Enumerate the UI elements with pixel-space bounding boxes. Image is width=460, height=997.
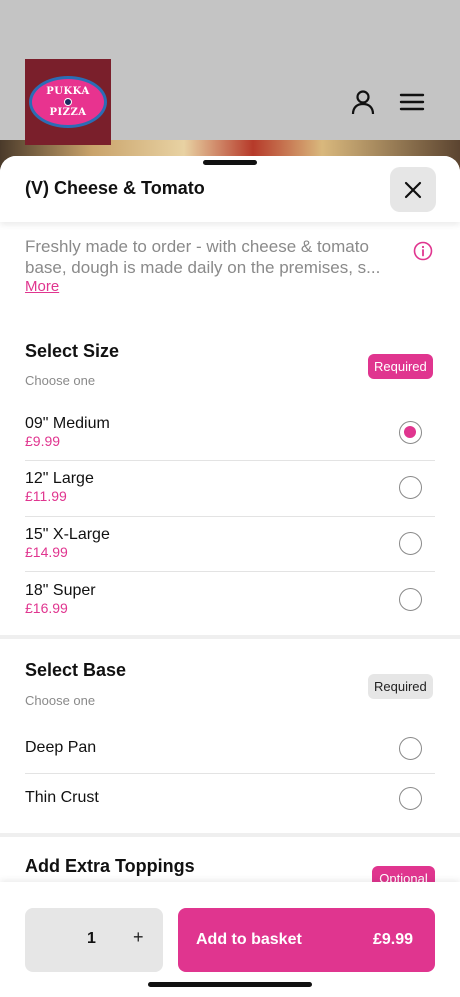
account-icon[interactable]: [349, 88, 377, 116]
size-option-large[interactable]: 12" Large £11.99: [25, 461, 435, 516]
sheet-grabber[interactable]: [203, 160, 257, 165]
item-title: (V) Cheese & Tomato: [25, 178, 205, 198]
sheet-header: (V) Cheese & Tomato: [0, 156, 460, 222]
option-name: Deep Pan: [25, 739, 97, 756]
add-to-basket-price: £9.99: [372, 931, 413, 948]
option-price: £11.99: [25, 488, 67, 504]
option-name: 12" Large: [25, 470, 94, 487]
close-button[interactable]: [390, 167, 436, 212]
base-section-subtitle: Choose one: [25, 693, 96, 708]
base-option-thin-crust[interactable]: Thin Crust: [25, 774, 435, 829]
option-price: £16.99: [25, 600, 68, 616]
toppings-section-title: Add Extra Toppings: [25, 856, 195, 876]
home-indicator[interactable]: [148, 982, 312, 987]
add-to-basket-label: Add to basket: [196, 931, 302, 948]
size-option-super[interactable]: 18" Super £16.99: [25, 572, 435, 632]
more-link[interactable]: More: [25, 278, 59, 295]
footer-bar: 1 + Add to basket £9.99: [0, 882, 460, 997]
description-line-2: base, dough is made daily on the premise…: [25, 258, 381, 277]
option-price: £14.99: [25, 544, 68, 560]
base-required-badge: Required: [368, 674, 433, 699]
size-option-xlarge[interactable]: 15" X-Large £14.99: [25, 517, 435, 572]
radio-selected[interactable]: [399, 421, 422, 444]
option-name: 09" Medium: [25, 415, 110, 432]
quantity-stepper[interactable]: 1 +: [25, 908, 163, 972]
info-icon[interactable]: [413, 241, 433, 261]
item-description: Freshly made to order - with cheese & to…: [25, 236, 415, 278]
option-price: £9.99: [25, 433, 61, 449]
quantity-value: 1: [87, 930, 96, 947]
add-to-basket-button[interactable]: Add to basket £9.99: [178, 908, 435, 972]
base-option-deep-pan[interactable]: Deep Pan: [25, 724, 435, 774]
quantity-plus-button[interactable]: +: [133, 927, 144, 948]
hamburger-menu-icon[interactable]: [398, 88, 426, 116]
logo-text-top: PUKKA: [46, 86, 90, 97]
radio-unselected[interactable]: [399, 588, 422, 611]
size-section-subtitle: Choose one: [25, 373, 96, 388]
description-line-1: Freshly made to order - with cheese & to…: [25, 237, 369, 256]
option-name: Thin Crust: [25, 789, 99, 806]
close-icon: [404, 181, 422, 198]
option-name: 18" Super: [25, 582, 96, 599]
base-section-title: Select Base: [25, 660, 127, 680]
section-divider: [0, 833, 460, 837]
logo-dot: [64, 98, 72, 106]
radio-unselected[interactable]: [399, 787, 422, 810]
radio-unselected[interactable]: [399, 476, 422, 499]
radio-unselected[interactable]: [399, 737, 422, 760]
item-detail-sheet: (V) Cheese & Tomato Freshly made to orde…: [0, 156, 460, 997]
logo-text-bottom: PIZZA: [49, 107, 87, 118]
logo-oval: PUKKA PIZZA: [29, 76, 107, 128]
size-required-badge: Required: [368, 354, 433, 379]
size-section-title: Select Size: [25, 341, 120, 361]
option-name: 15" X-Large: [25, 526, 110, 543]
radio-unselected[interactable]: [399, 532, 422, 555]
section-divider: [0, 635, 460, 639]
size-option-medium[interactable]: 09" Medium £9.99: [25, 406, 435, 460]
restaurant-logo[interactable]: PUKKA PIZZA: [25, 59, 111, 145]
